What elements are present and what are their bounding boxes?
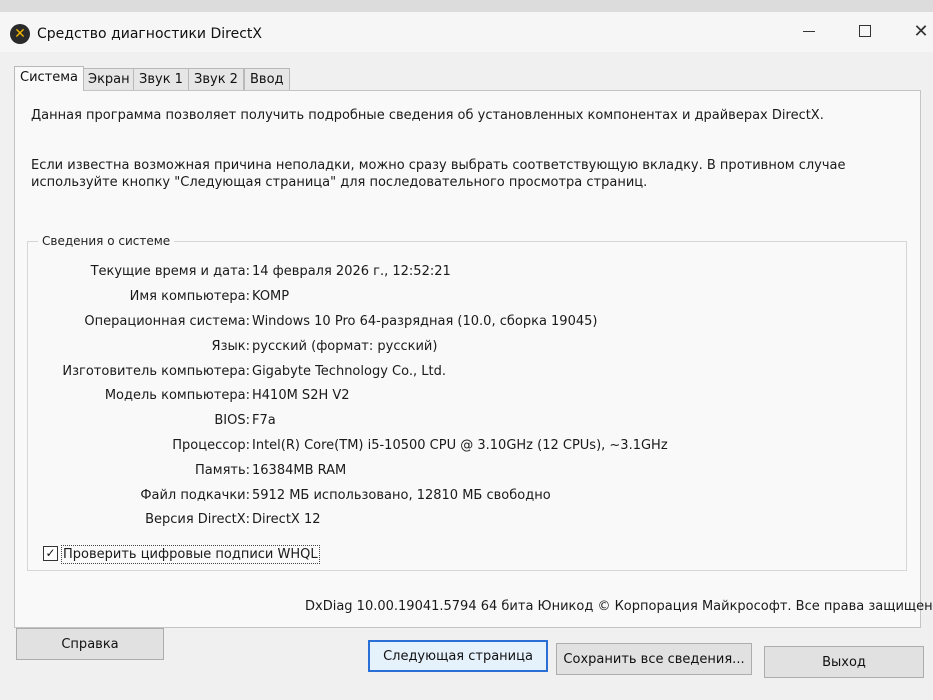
- info-row-language: Язык: русский (формат: русский): [28, 339, 898, 359]
- info-label: Файл подкачки:: [140, 488, 250, 503]
- info-row-pagefile: Файл подкачки: 5912 МБ использовано, 128…: [28, 488, 898, 508]
- save-all-info-button[interactable]: Сохранить все сведения...: [556, 643, 752, 675]
- info-row-processor: Процессор: Intel(R) Core(TM) i5-10500 CP…: [28, 438, 898, 458]
- info-row-os: Операционная система: Windows 10 Pro 64-…: [28, 314, 898, 334]
- directx-x-icon: ✕: [10, 24, 30, 44]
- close-button[interactable]: ✕: [898, 16, 933, 46]
- info-label: Версия DirectX:: [145, 512, 250, 527]
- title-bar[interactable]: ✕ Средство диагностики DirectX ✕: [0, 12, 933, 52]
- info-value: 16384MB RAM: [252, 463, 347, 478]
- info-value: DirectX 12: [252, 512, 321, 527]
- info-value: 14 февраля 2026 г., 12:52:21: [252, 264, 451, 279]
- info-row-model: Модель компьютера: H410M S2H V2: [28, 388, 898, 408]
- info-label: Язык:: [211, 339, 250, 354]
- info-row-memory: Память: 16384MB RAM: [28, 463, 898, 483]
- info-value: Windows 10 Pro 64-разрядная (10.0, сборк…: [252, 314, 598, 329]
- dxdiag-window: ✕ Средство диагностики DirectX ✕ Система…: [0, 0, 933, 700]
- intro-hint-text: Если известна возможная причина неполадк…: [31, 158, 846, 190]
- window-title: Средство диагностики DirectX: [37, 26, 262, 42]
- next-page-button[interactable]: Следующая страница: [368, 640, 548, 672]
- info-label: BIOS:: [214, 413, 250, 428]
- info-label: Имя компьютера:: [129, 289, 250, 304]
- system-tab-panel: Данная программа позволяет получить подр…: [14, 90, 933, 628]
- maximize-button[interactable]: [842, 16, 888, 46]
- info-label: Изготовитель компьютера:: [62, 364, 250, 379]
- tab-input[interactable]: Ввод: [244, 68, 290, 90]
- info-label: Память:: [195, 463, 250, 478]
- info-label: Модель компьютера:: [104, 388, 250, 403]
- intro-text: Данная программа позволяет получить подр…: [31, 108, 824, 123]
- minimize-button[interactable]: [786, 16, 832, 46]
- minimize-icon: [803, 30, 815, 32]
- background-window-strip: [0, 0, 933, 12]
- whql-checkbox[interactable]: ✓: [43, 546, 58, 561]
- info-value: русский (формат: русский): [252, 339, 438, 354]
- info-label: Текущие время и дата:: [90, 264, 250, 279]
- system-info-group: Сведения о системе Текущие время и дата:…: [27, 234, 907, 571]
- info-row-computer-name: Имя компьютера: KOMP: [28, 289, 898, 309]
- exit-button[interactable]: Выход: [764, 646, 924, 678]
- info-value: Intel(R) Core(TM) i5-10500 CPU @ 3.10GHz…: [252, 438, 668, 453]
- tab-sound-1[interactable]: Звук 1: [133, 68, 189, 90]
- system-info-title: Сведения о системе: [38, 234, 175, 248]
- info-label: Процессор:: [172, 438, 250, 453]
- tab-sound-2[interactable]: Звук 2: [188, 68, 244, 90]
- info-label: Операционная система:: [84, 314, 250, 329]
- tab-display[interactable]: Экран: [82, 68, 136, 90]
- info-value: H410M S2H V2: [252, 388, 350, 403]
- info-row-manufacturer: Изготовитель компьютера: Gigabyte Techno…: [28, 364, 898, 384]
- help-button[interactable]: Справка: [16, 628, 164, 660]
- whql-label[interactable]: Проверить цифровые подписи WHQL: [61, 545, 320, 564]
- tab-system[interactable]: Система: [14, 66, 85, 91]
- close-icon: ✕: [913, 20, 929, 42]
- info-value: 5912 МБ использовано, 12810 МБ свободно: [252, 488, 551, 503]
- copyright-text: DxDiag 10.00.19041.5794 64 бита Юникод ©…: [305, 599, 933, 614]
- info-row-datetime: Текущие время и дата: 14 февраля 2026 г.…: [28, 264, 898, 284]
- info-value: Gigabyte Technology Co., Ltd.: [252, 364, 446, 379]
- info-row-directx-version: Версия DirectX: DirectX 12: [28, 512, 898, 532]
- maximize-icon: [859, 25, 871, 37]
- info-value: F7a: [252, 413, 276, 428]
- info-row-bios: BIOS: F7a: [28, 413, 898, 433]
- info-value: KOMP: [252, 289, 290, 304]
